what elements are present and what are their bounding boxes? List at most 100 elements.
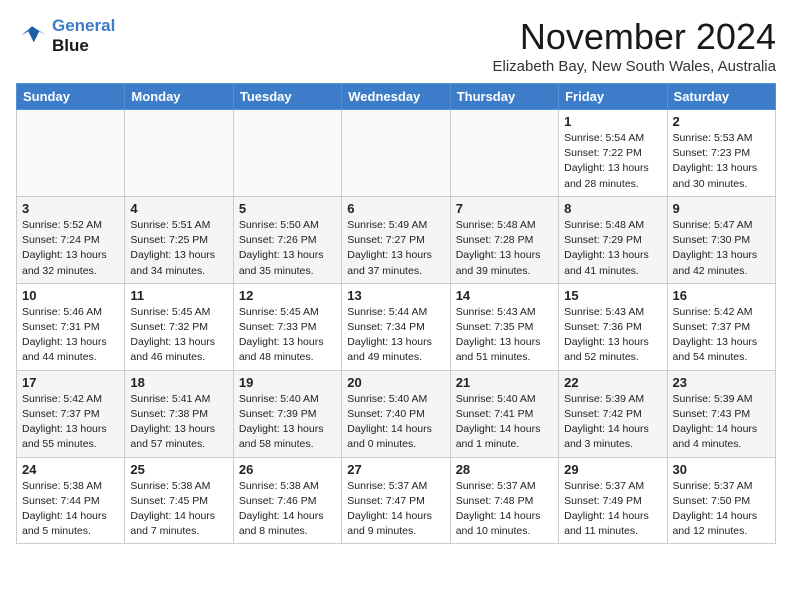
day-number: 5 [239,201,336,216]
day-number: 1 [564,114,661,129]
day-number: 6 [347,201,444,216]
calendar-cell: 5 Sunrise: 5:50 AMSunset: 7:26 PMDaylight… [233,196,341,283]
day-info: Sunrise: 5:43 AMSunset: 7:35 PMDaylight:… [456,305,553,366]
day-number: 3 [22,201,119,216]
day-info: Sunrise: 5:48 AMSunset: 7:28 PMDaylight:… [456,218,553,279]
weekday-header-row: SundayMondayTuesdayWednesdayThursdayFrid… [17,84,776,110]
day-number: 17 [22,375,119,390]
location-subtitle: Elizabeth Bay, New South Wales, Australi… [493,58,776,75]
day-number: 20 [347,375,444,390]
day-number: 15 [564,288,661,303]
weekday-header-thursday: Thursday [450,84,558,110]
day-info: Sunrise: 5:38 AMSunset: 7:44 PMDaylight:… [22,479,119,540]
day-number: 11 [130,288,227,303]
weekday-header-tuesday: Tuesday [233,84,341,110]
day-info: Sunrise: 5:47 AMSunset: 7:30 PMDaylight:… [673,218,770,279]
day-number: 24 [22,462,119,477]
day-info: Sunrise: 5:42 AMSunset: 7:37 PMDaylight:… [22,392,119,453]
calendar-cell [450,110,558,197]
weekday-header-sunday: Sunday [17,84,125,110]
day-number: 8 [564,201,661,216]
day-info: Sunrise: 5:53 AMSunset: 7:23 PMDaylight:… [673,131,770,192]
weekday-header-monday: Monday [125,84,233,110]
day-number: 7 [456,201,553,216]
calendar-cell: 10Sunrise: 5:46 AMSunset: 7:31 PMDayligh… [17,283,125,370]
day-info: Sunrise: 5:39 AMSunset: 7:42 PMDaylight:… [564,392,661,453]
calendar-cell: 30 Sunrise: 5:37 AMSunset: 7:50 PMDayligh… [667,457,775,544]
day-number: 18 [130,375,227,390]
day-info: Sunrise: 5:37 AMSunset: 7:50 PMDaylight:… [673,479,770,540]
calendar-cell: 22 Sunrise: 5:39 AMSunset: 7:42 PMDayligh… [559,370,667,457]
day-number: 16 [673,288,770,303]
day-info: Sunrise: 5:54 AMSunset: 7:22 PMDaylight:… [564,131,661,192]
day-number: 27 [347,462,444,477]
calendar-cell [125,110,233,197]
day-info: Sunrise: 5:38 AMSunset: 7:45 PMDaylight:… [130,479,227,540]
weekday-header-saturday: Saturday [667,84,775,110]
calendar-cell: 16Sunrise: 5:42 AMSunset: 7:37 PMDayligh… [667,283,775,370]
calendar-table: SundayMondayTuesdayWednesdayThursdayFrid… [16,83,776,544]
day-number: 9 [673,201,770,216]
day-number: 2 [673,114,770,129]
day-number: 25 [130,462,227,477]
title-block: November 2024 Elizabeth Bay, New South W… [493,16,776,75]
calendar-week-row: 24 Sunrise: 5:38 AMSunset: 7:44 PMDayligh… [17,457,776,544]
logo: General Blue [16,16,115,57]
calendar-cell: 28Sunrise: 5:37 AMSunset: 7:48 PMDayligh… [450,457,558,544]
day-info: Sunrise: 5:52 AMSunset: 7:24 PMDaylight:… [22,218,119,279]
day-number: 30 [673,462,770,477]
calendar-cell: 8 Sunrise: 5:48 AMSunset: 7:29 PMDaylight… [559,196,667,283]
day-info: Sunrise: 5:40 AMSunset: 7:40 PMDaylight:… [347,392,444,453]
day-info: Sunrise: 5:39 AMSunset: 7:43 PMDaylight:… [673,392,770,453]
calendar-cell: 27 Sunrise: 5:37 AMSunset: 7:47 PMDayligh… [342,457,450,544]
day-info: Sunrise: 5:45 AMSunset: 7:33 PMDaylight:… [239,305,336,366]
day-number: 28 [456,462,553,477]
calendar-cell: 9 Sunrise: 5:47 AMSunset: 7:30 PMDaylight… [667,196,775,283]
day-info: Sunrise: 5:51 AMSunset: 7:25 PMDaylight:… [130,218,227,279]
calendar-cell: 4 Sunrise: 5:51 AMSunset: 7:25 PMDaylight… [125,196,233,283]
logo-icon [16,22,48,50]
calendar-week-row: 3 Sunrise: 5:52 AMSunset: 7:24 PMDaylight… [17,196,776,283]
calendar-cell: 29Sunrise: 5:37 AMSunset: 7:49 PMDayligh… [559,457,667,544]
calendar-cell: 1 Sunrise: 5:54 AMSunset: 7:22 PMDaylight… [559,110,667,197]
calendar-cell: 11 Sunrise: 5:45 AMSunset: 7:32 PMDayligh… [125,283,233,370]
calendar-cell: 12 Sunrise: 5:45 AMSunset: 7:33 PMDayligh… [233,283,341,370]
calendar-cell: 18 Sunrise: 5:41 AMSunset: 7:38 PMDayligh… [125,370,233,457]
day-info: Sunrise: 5:49 AMSunset: 7:27 PMDaylight:… [347,218,444,279]
day-info: Sunrise: 5:43 AMSunset: 7:36 PMDaylight:… [564,305,661,366]
day-number: 14 [456,288,553,303]
calendar-cell: 26Sunrise: 5:38 AMSunset: 7:46 PMDayligh… [233,457,341,544]
calendar-cell: 14 Sunrise: 5:43 AMSunset: 7:35 PMDayligh… [450,283,558,370]
day-number: 13 [347,288,444,303]
day-number: 4 [130,201,227,216]
day-number: 21 [456,375,553,390]
day-info: Sunrise: 5:46 AMSunset: 7:31 PMDaylight:… [22,305,119,366]
calendar-cell: 6 Sunrise: 5:49 AMSunset: 7:27 PMDaylight… [342,196,450,283]
month-title: November 2024 [493,16,776,58]
page-header: General Blue November 2024 Elizabeth Bay… [16,16,776,75]
day-info: Sunrise: 5:48 AMSunset: 7:29 PMDaylight:… [564,218,661,279]
day-info: Sunrise: 5:45 AMSunset: 7:32 PMDaylight:… [130,305,227,366]
day-number: 22 [564,375,661,390]
calendar-cell: 23Sunrise: 5:39 AMSunset: 7:43 PMDayligh… [667,370,775,457]
calendar-cell: 13Sunrise: 5:44 AMSunset: 7:34 PMDayligh… [342,283,450,370]
calendar-cell [342,110,450,197]
calendar-cell: 17 Sunrise: 5:42 AMSunset: 7:37 PMDayligh… [17,370,125,457]
day-info: Sunrise: 5:50 AMSunset: 7:26 PMDaylight:… [239,218,336,279]
day-number: 12 [239,288,336,303]
calendar-cell [233,110,341,197]
calendar-cell: 20 Sunrise: 5:40 AMSunset: 7:40 PMDayligh… [342,370,450,457]
calendar-cell: 24 Sunrise: 5:38 AMSunset: 7:44 PMDayligh… [17,457,125,544]
weekday-header-friday: Friday [559,84,667,110]
calendar-cell: 21 Sunrise: 5:40 AMSunset: 7:41 PMDayligh… [450,370,558,457]
calendar-cell: 3 Sunrise: 5:52 AMSunset: 7:24 PMDaylight… [17,196,125,283]
calendar-cell: 15 Sunrise: 5:43 AMSunset: 7:36 PMDayligh… [559,283,667,370]
day-info: Sunrise: 5:40 AMSunset: 7:41 PMDaylight:… [456,392,553,453]
calendar-cell [17,110,125,197]
day-info: Sunrise: 5:37 AMSunset: 7:47 PMDaylight:… [347,479,444,540]
logo-text: General Blue [52,16,115,57]
day-info: Sunrise: 5:41 AMSunset: 7:38 PMDaylight:… [130,392,227,453]
day-info: Sunrise: 5:38 AMSunset: 7:46 PMDaylight:… [239,479,336,540]
logo-general: General [52,16,115,35]
day-number: 29 [564,462,661,477]
